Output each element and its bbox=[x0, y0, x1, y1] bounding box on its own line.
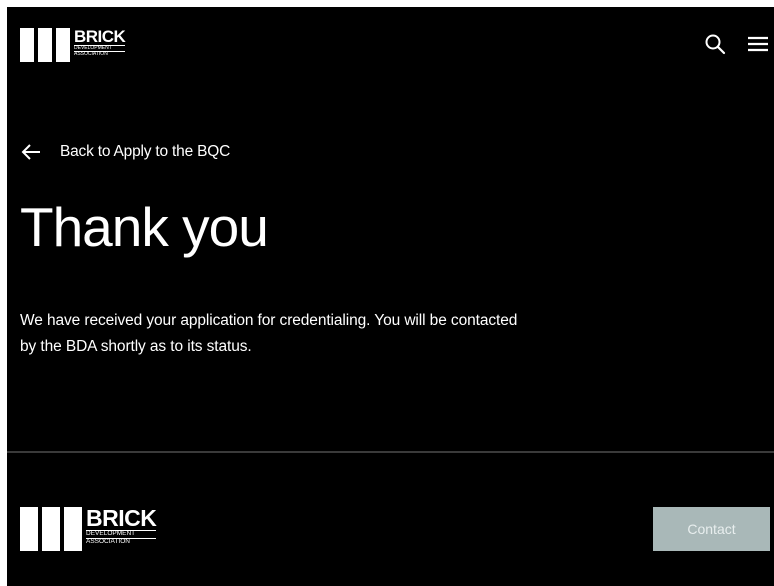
message-line-2: by the BDA shortly as to its status. bbox=[20, 338, 252, 355]
menu-button[interactable] bbox=[747, 33, 769, 55]
logo-bar bbox=[20, 507, 38, 551]
logo-text: BRICK DEVELOPMENT ASSOCIATION bbox=[74, 27, 126, 58]
logo-sub-line2: ASSOCIATION bbox=[74, 51, 108, 58]
logo-bar bbox=[42, 507, 60, 551]
logo-bars bbox=[20, 507, 82, 551]
page: BRICK DEVELOPMENT ASSOCIATION Back to Ap… bbox=[7, 7, 774, 586]
footer-brick-logo[interactable]: BRICK DEVELOPMENT ASSOCIATION bbox=[20, 505, 157, 551]
arrow-left-icon bbox=[21, 144, 40, 160]
logo-bar bbox=[56, 28, 70, 62]
logo-bar bbox=[38, 28, 52, 62]
logo-sub-line2: ASSOCIATION bbox=[86, 537, 130, 545]
back-link-label: Back to Apply to the BQC bbox=[60, 143, 231, 160]
logo-bars bbox=[20, 28, 70, 62]
message-line-1: We have received your application for cr… bbox=[20, 312, 518, 329]
page-title: Thank you bbox=[20, 196, 269, 258]
confirmation-message: We have received your application for cr… bbox=[20, 308, 640, 360]
back-link[interactable]: Back to Apply to the BQC bbox=[20, 141, 230, 163]
logo-brand-name: BRICK bbox=[74, 27, 126, 46]
logo-text: BRICK DEVELOPMENT ASSOCIATION bbox=[86, 505, 157, 546]
logo-brand-name: BRICK bbox=[86, 505, 157, 531]
hamburger-menu-icon bbox=[748, 36, 768, 52]
brick-logo[interactable]: BRICK DEVELOPMENT ASSOCIATION bbox=[20, 27, 126, 62]
contact-button[interactable]: Contact bbox=[653, 507, 770, 551]
footer-divider bbox=[7, 451, 774, 453]
site-header: BRICK DEVELOPMENT ASSOCIATION bbox=[7, 7, 774, 87]
search-button[interactable] bbox=[704, 33, 726, 55]
logo-bar bbox=[64, 507, 82, 551]
search-icon bbox=[705, 34, 726, 55]
logo-bar bbox=[20, 28, 34, 62]
